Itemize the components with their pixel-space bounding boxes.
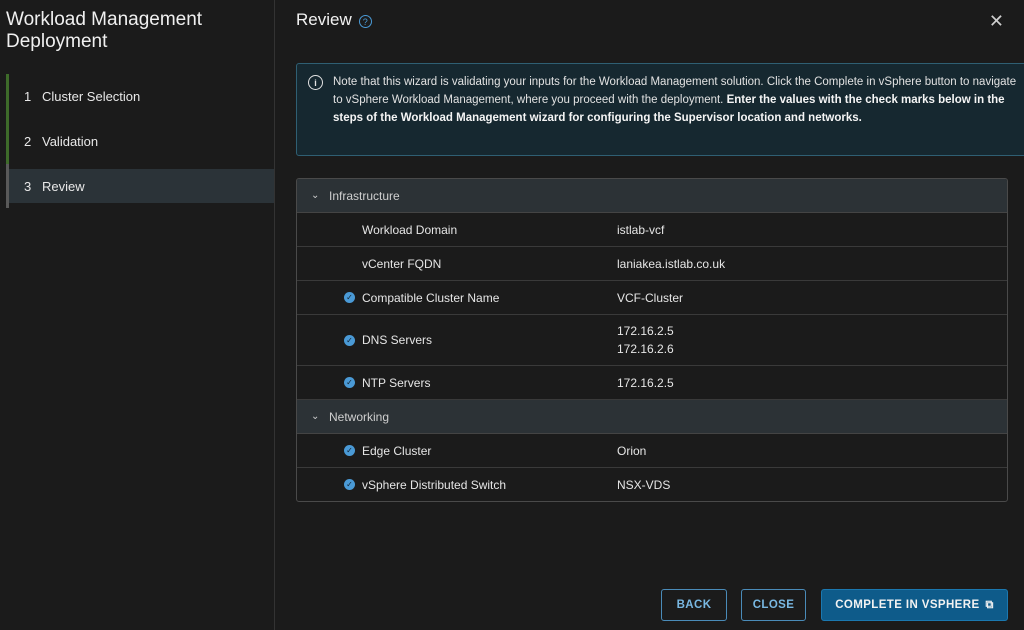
row-value: istlab-vcf — [617, 222, 665, 237]
review-stack-view: ⌄ Infrastructure Workload Domain istlab-… — [296, 178, 1008, 502]
step-label: Review — [42, 178, 85, 194]
row-value: VCF-Cluster — [617, 290, 684, 305]
row-edge-cluster: ✓ Edge Cluster Orion — [297, 434, 1007, 468]
row-label: Compatible Cluster Name — [362, 290, 500, 305]
close-button[interactable]: CLOSE — [741, 589, 806, 621]
row-value: Orion — [617, 443, 647, 458]
info-icon: i — [308, 75, 323, 90]
wizard-steps: 1 Cluster Selection 2 Validation 3 Revie… — [6, 74, 274, 208]
row-vcenter-fqdn: vCenter FQDN laniakea.istlab.co.uk — [297, 247, 1007, 281]
group-label: Networking — [329, 409, 390, 424]
external-link-icon: ⧉ — [985, 598, 994, 611]
group-networking[interactable]: ⌄ Networking — [297, 400, 1007, 434]
info-alert: i Note that this wizard is validating yo… — [296, 63, 1024, 156]
row-value: 172.16.2.5 — [617, 375, 674, 390]
row-dns-servers: ✓ DNS Servers 172.16.2.5 172.16.2.6 — [297, 315, 1007, 366]
wizard-title: Workload Management Deployment — [6, 9, 203, 52]
back-button[interactable]: BACK — [661, 589, 727, 621]
step-label: Cluster Selection — [42, 89, 141, 104]
dns-server-1: 172.16.2.5 — [617, 324, 674, 338]
row-label: Edge Cluster — [362, 443, 432, 458]
wizard-sidebar: Workload Management Deployment 1 Cluster… — [0, 0, 275, 630]
row-label: Workload Domain — [362, 222, 458, 237]
page-title-text: Review — [296, 10, 352, 29]
row-value: 172.16.2.5 172.16.2.6 — [617, 322, 674, 358]
step-indicator — [6, 164, 9, 208]
step-number: 3 — [24, 178, 32, 194]
group-infrastructure[interactable]: ⌄ Infrastructure — [297, 179, 1007, 213]
complete-in-vsphere-button[interactable]: COMPLETE IN VSPHERE ⧉ — [821, 589, 1008, 621]
group-label: Infrastructure — [329, 188, 400, 203]
step-indicator — [6, 119, 9, 164]
row-label: vSphere Distributed Switch — [362, 477, 507, 492]
check-circle-icon: ✓ — [344, 334, 355, 346]
step-number: 1 — [24, 89, 32, 104]
check-circle-icon: ✓ — [344, 445, 355, 456]
help-icon[interactable]: ? — [358, 15, 372, 28]
row-ntp-servers: ✓ NTP Servers 172.16.2.5 — [297, 366, 1007, 400]
step-number: 2 — [24, 134, 32, 149]
page-title: Review ? — [296, 10, 372, 30]
close-icon[interactable]: ✕ — [989, 11, 1004, 32]
chevron-down-icon[interactable]: ⌄ — [311, 411, 329, 422]
step-indicator — [6, 74, 9, 119]
check-circle-icon: ✓ — [344, 479, 355, 490]
review-panel: Review ? ✕ i Note that this wizard is va… — [275, 0, 1024, 630]
step-cluster-selection[interactable]: 1 Cluster Selection — [6, 74, 274, 119]
row-label: DNS Servers — [362, 333, 433, 347]
check-circle-icon: ✓ — [344, 377, 355, 388]
check-circle-icon: ✓ — [344, 292, 355, 303]
row-value: laniakea.istlab.co.uk — [617, 256, 726, 271]
dns-server-2: 172.16.2.6 — [617, 342, 674, 356]
step-review[interactable]: 3 Review — [6, 164, 274, 208]
row-compatible-cluster-name: ✓ Compatible Cluster Name VCF-Cluster — [297, 281, 1007, 315]
row-label: vCenter FQDN — [362, 256, 442, 271]
step-label: Validation — [42, 134, 99, 149]
chevron-down-icon[interactable]: ⌄ — [311, 190, 329, 201]
step-validation[interactable]: 2 Validation — [6, 119, 274, 164]
row-label: NTP Servers — [362, 375, 431, 390]
row-value: NSX-VDS — [617, 477, 671, 492]
complete-label: COMPLETE IN VSPHERE — [835, 599, 980, 611]
row-workload-domain: Workload Domain istlab-vcf — [297, 213, 1007, 247]
row-vsphere-distributed-switch: ✓ vSphere Distributed Switch NSX-VDS — [297, 468, 1007, 501]
